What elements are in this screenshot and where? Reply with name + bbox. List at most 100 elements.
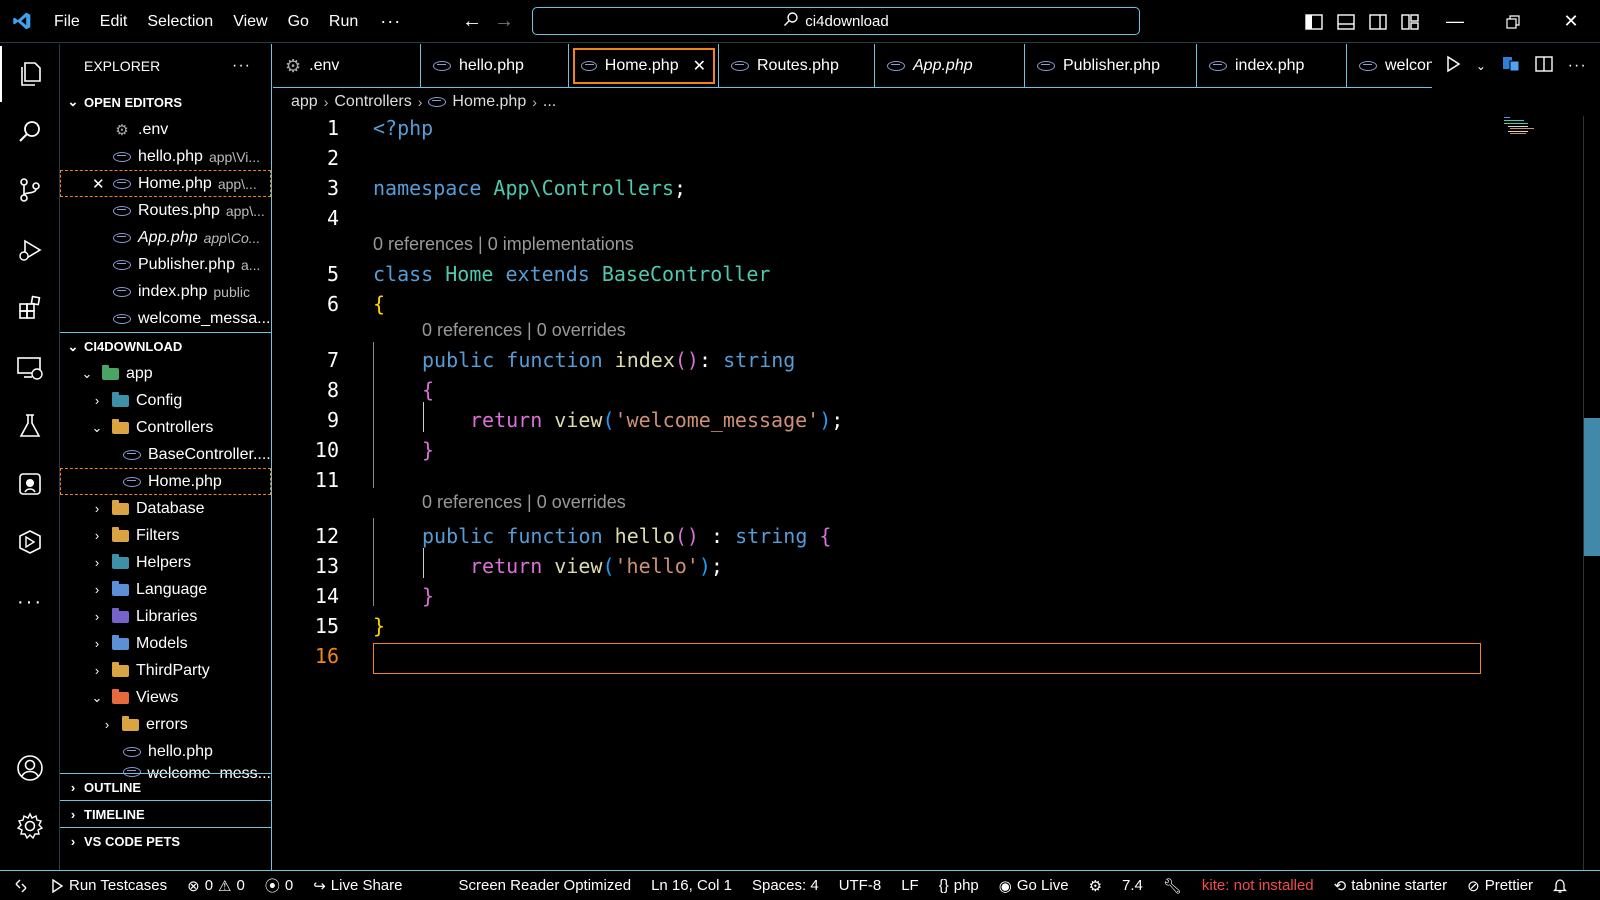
open-editor-item[interactable]: App.php app\Co...	[60, 224, 271, 251]
open-editor-item[interactable]: ⚙ .env	[60, 116, 271, 143]
vscode-pets-section[interactable]: › VS CODE PETS	[60, 827, 271, 854]
minimize-icon[interactable]: —	[1426, 0, 1484, 43]
explorer-more-icon[interactable]: ···	[232, 57, 251, 75]
codelens-index[interactable]: 0 references | 0 overrides	[422, 320, 626, 341]
tree-folder-thirdparty[interactable]: › ThirdParty	[60, 657, 271, 684]
prettier-status[interactable]: ⊘ Prettier	[1457, 871, 1543, 900]
breadcrumb-app[interactable]: app	[291, 93, 318, 111]
tab-app[interactable]: App.php	[875, 44, 1025, 87]
source-control-icon[interactable]	[0, 162, 60, 218]
open-editor-item[interactable]: Routes.php app\...	[60, 197, 271, 224]
github-actions-icon[interactable]	[0, 456, 60, 512]
screen-reader-mode[interactable]: Screen Reader Optimized	[448, 871, 641, 900]
tree-folder-helpers[interactable]: › Helpers	[60, 549, 271, 576]
editor-more-icon[interactable]: ···	[1568, 57, 1587, 75]
tab-index[interactable]: index.php	[1197, 44, 1347, 87]
close-window-icon[interactable]: ✕	[1542, 0, 1600, 43]
open-editor-item[interactable]: index.php public	[60, 278, 271, 305]
encoding[interactable]: UTF-8	[829, 871, 892, 900]
open-editor-item[interactable]: welcome_messa...	[60, 305, 271, 332]
tab-publisher[interactable]: Publisher.php	[1025, 44, 1197, 87]
breadcrumb-file[interactable]: Home.php	[452, 93, 526, 111]
open-editor-item[interactable]: hello.php app\Vi...	[60, 143, 271, 170]
kite-status[interactable]: kite: not installed	[1192, 871, 1324, 900]
tab-routes[interactable]: Routes.php	[719, 44, 875, 87]
toggle-secondary-sidebar-icon[interactable]	[1362, 0, 1394, 43]
breadcrumb-controllers[interactable]: Controllers	[334, 93, 411, 111]
minimap[interactable]	[1500, 116, 1550, 136]
code-editor[interactable]: 1 2 3 4 5 6 7 8 9 10 11 12 13 14 15 16 <…	[273, 116, 1600, 870]
language-mode[interactable]: {} php	[929, 871, 989, 900]
extensions-icon[interactable]	[0, 280, 60, 336]
menu-file[interactable]: File	[44, 0, 90, 43]
menu-go[interactable]: Go	[278, 0, 319, 43]
tree-folder-libraries[interactable]: › Libraries	[60, 603, 271, 630]
tree-folder-language[interactable]: › Language	[60, 576, 271, 603]
back-arrow-icon[interactable]: ←	[456, 10, 488, 33]
compare-files-icon[interactable]	[1501, 55, 1521, 78]
toggle-panel-icon[interactable]	[1330, 0, 1362, 43]
tree-file-basecontroller[interactable]: BaseController....	[60, 441, 271, 468]
indentation[interactable]: Spaces: 4	[742, 871, 829, 900]
notifications-bell-icon[interactable]	[1543, 871, 1577, 900]
close-icon[interactable]: ✕	[92, 175, 112, 193]
tree-folder-config[interactable]: › Config	[60, 387, 271, 414]
run-file-icon[interactable]	[1445, 55, 1461, 78]
explorer-icon[interactable]	[0, 46, 60, 102]
open-editors-header[interactable]: ⌄ OPEN EDITORS	[60, 88, 271, 116]
forward-arrow-icon[interactable]: →	[488, 10, 520, 33]
tree-file-home[interactable]: Home.php	[60, 468, 271, 495]
packages-icon[interactable]	[0, 514, 60, 570]
menu-edit[interactable]: Edit	[90, 0, 138, 43]
remote-indicator-icon[interactable]	[0, 871, 40, 900]
scrollbar-thumb[interactable]	[1584, 418, 1600, 556]
run-dropdown-chevron-icon[interactable]: ⌄	[1476, 59, 1486, 73]
tree-folder-filters[interactable]: › Filters	[60, 522, 271, 549]
customize-layout-icon[interactable]	[1394, 0, 1426, 43]
project-header[interactable]: ⌄ CI4DOWNLOAD	[60, 332, 271, 360]
menu-run[interactable]: Run	[319, 0, 368, 43]
codelens-hello[interactable]: 0 references | 0 overrides	[422, 492, 626, 513]
manage-gear-icon[interactable]	[0, 798, 60, 854]
end-of-line[interactable]: LF	[891, 871, 929, 900]
breadcrumb-symbol[interactable]: ...	[543, 93, 556, 111]
toggle-primary-sidebar-icon[interactable]	[1298, 0, 1330, 43]
run-testcases-button[interactable]: Run Testcases	[40, 871, 177, 900]
wrench-icon[interactable]: 🔧︎	[1153, 871, 1192, 900]
php-settings-icon[interactable]: ⚙	[1079, 871, 1112, 900]
testing-icon[interactable]	[0, 398, 60, 454]
close-tab-icon[interactable]: ✕	[693, 56, 706, 76]
menu-more-icon[interactable]: ···	[368, 0, 413, 43]
tree-folder-app[interactable]: ⌄ app	[60, 360, 271, 387]
tab-home-active[interactable]: Home.php ✕	[569, 44, 719, 87]
menu-selection[interactable]: Selection	[137, 0, 223, 43]
more-views-icon[interactable]: ···	[0, 574, 60, 630]
command-center-search[interactable]: ci4download	[532, 7, 1140, 35]
menu-view[interactable]: View	[223, 0, 277, 43]
restore-icon[interactable]	[1484, 0, 1542, 43]
tab-env[interactable]: ⚙ .env	[273, 44, 421, 87]
timeline-section[interactable]: › TIMELINE	[60, 800, 271, 827]
tabnine-status[interactable]: ⟲ tabnine starter	[1324, 871, 1457, 900]
tree-folder-controllers[interactable]: ⌄ Controllers	[60, 414, 271, 441]
go-live-button[interactable]: ◉ Go Live	[989, 871, 1079, 900]
account-icon[interactable]	[0, 740, 60, 796]
cursor-position[interactable]: Ln 16, Col 1	[641, 871, 742, 900]
tree-folder-models[interactable]: › Models	[60, 630, 271, 657]
codelens-class[interactable]: 0 references | 0 implementations	[373, 234, 634, 255]
search-icon[interactable]	[0, 104, 60, 160]
run-debug-icon[interactable]	[0, 222, 60, 278]
outline-section[interactable]: › OUTLINE	[60, 773, 271, 800]
ports-indicator[interactable]: ⦿ 0	[255, 871, 303, 900]
tree-folder-views[interactable]: ⌄ Views	[60, 684, 271, 711]
tree-file-hello[interactable]: hello.php	[60, 738, 271, 765]
remote-explorer-icon[interactable]	[0, 340, 60, 396]
tree-folder-database[interactable]: › Database	[60, 495, 271, 522]
split-editor-icon[interactable]	[1535, 55, 1553, 77]
live-share-button[interactable]: ↪ Live Share	[303, 871, 412, 900]
problems-indicator[interactable]: ⊗ 0 ⚠ 0	[177, 871, 255, 900]
tree-folder-errors[interactable]: › errors	[60, 711, 271, 738]
open-editor-item-active[interactable]: ✕ Home.php app\...	[60, 170, 271, 197]
open-editor-item[interactable]: Publisher.php a...	[60, 251, 271, 278]
tab-hello[interactable]: hello.php	[421, 44, 569, 87]
